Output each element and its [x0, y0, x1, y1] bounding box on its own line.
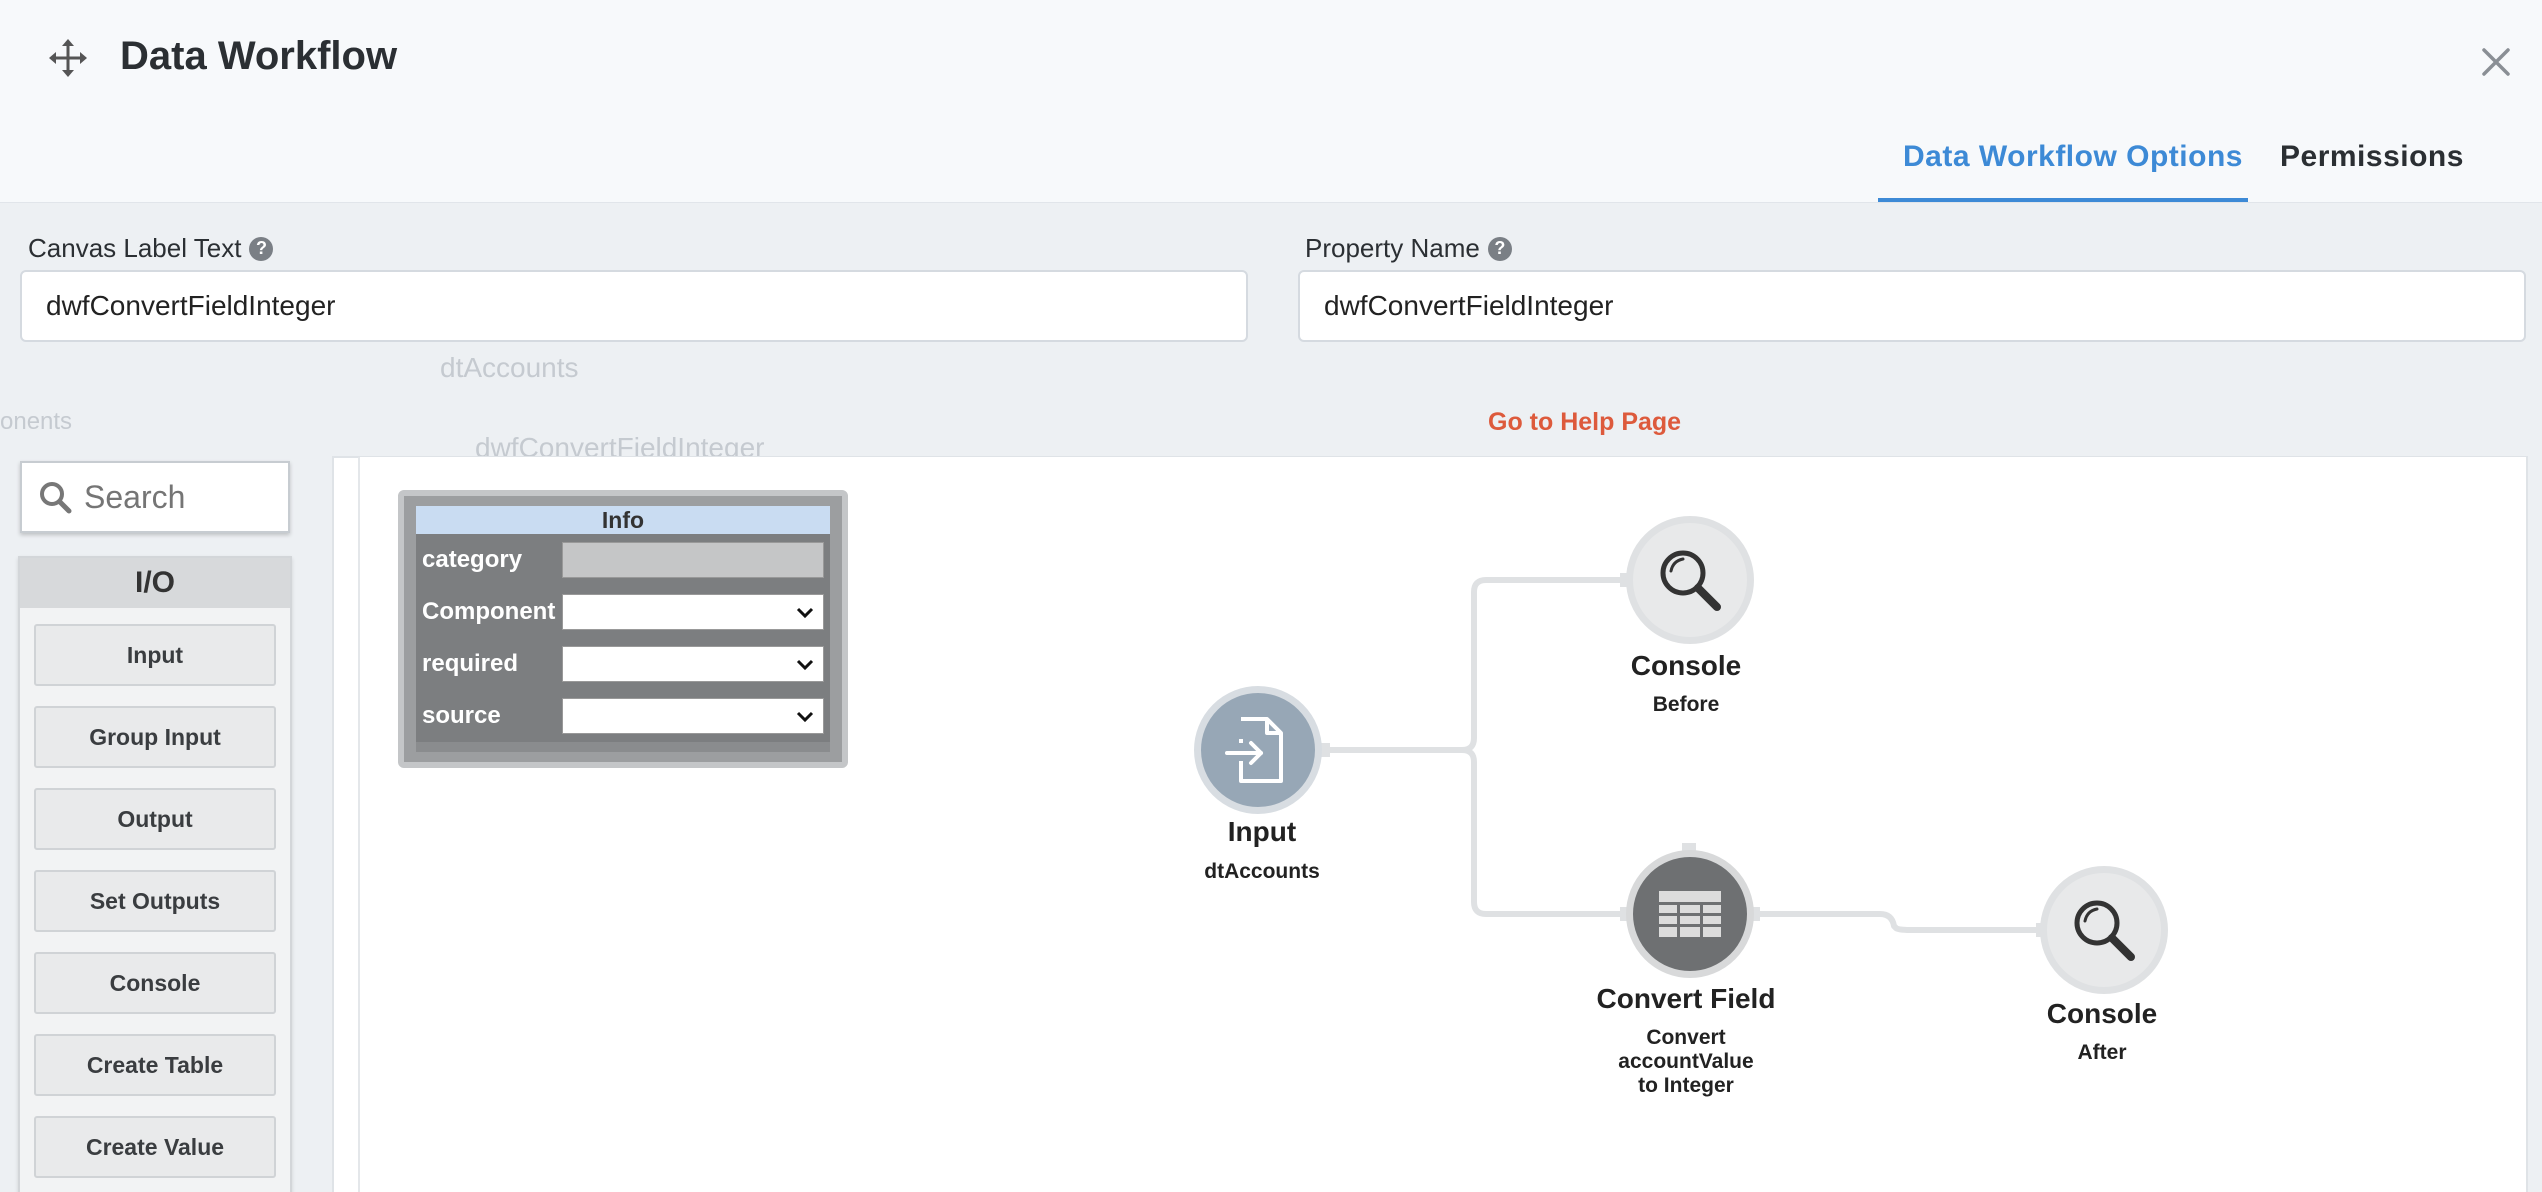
palette-item-group-input[interactable]: Group Input	[34, 706, 276, 768]
palette-item-set-outputs[interactable]: Set Outputs	[34, 870, 276, 932]
info-row-category: category	[416, 534, 830, 586]
modal-title: Data Workflow	[120, 34, 398, 78]
canvas-label-text-input[interactable]	[20, 270, 1248, 342]
required-select[interactable]	[562, 646, 824, 682]
chevron-down-icon	[796, 659, 814, 671]
info-row-component: Component	[416, 586, 830, 638]
search-icon	[40, 482, 72, 514]
node-console-before-subtitle: Before	[1652, 693, 1720, 716]
node-convert-field-subtitle-3: to Integer	[1638, 1074, 1734, 1097]
palette-item-input[interactable]: Input	[34, 624, 276, 686]
property-name-caption: Property Name	[1305, 233, 1480, 263]
palette-search[interactable]	[20, 461, 290, 533]
palette-section-header: I/O	[20, 558, 290, 608]
component-select[interactable]	[562, 594, 824, 630]
info-panel[interactable]: Info category Component required source	[398, 490, 848, 768]
file-import-icon	[1225, 717, 1283, 783]
node-console-after-subtitle: After	[2077, 1041, 2127, 1064]
node-palette: I/O Input Group Input Output Set Outputs…	[18, 556, 292, 1192]
info-row-source: source	[416, 690, 830, 742]
canvas-label-text-label: Canvas Label Text ?	[28, 233, 274, 264]
chevron-down-icon	[796, 607, 814, 619]
property-name-input[interactable]	[1298, 270, 2526, 342]
magnifier-icon	[1660, 550, 1721, 611]
node-console-after[interactable]	[2040, 866, 2168, 994]
node-convert-field-title: Convert Field	[1596, 983, 1776, 1014]
info-key: category	[422, 546, 523, 573]
question-circle-icon[interactable]: ?	[249, 236, 274, 261]
palette-item-create-table[interactable]: Create Table	[34, 1034, 276, 1096]
search-input[interactable]	[84, 478, 274, 516]
node-convert-field[interactable]	[1626, 850, 1754, 978]
node-input-title: Input	[1227, 816, 1297, 847]
node-console-after-title: Console	[2046, 998, 2158, 1029]
info-key: required	[422, 650, 519, 677]
help-page-link[interactable]: Go to Help Page	[1488, 408, 1681, 437]
table-icon	[1659, 891, 1721, 937]
property-name-label: Property Name ?	[1305, 233, 1512, 264]
chevron-down-icon	[796, 711, 814, 723]
tab-permissions[interactable]: Permissions	[2280, 140, 2464, 174]
node-convert-field-subtitle-1: Convert	[1646, 1026, 1726, 1049]
node-input[interactable]	[1194, 686, 1322, 814]
close-icon[interactable]	[2478, 44, 2514, 80]
node-console-before-title: Console	[1630, 650, 1742, 681]
node-console-before[interactable]	[1626, 516, 1754, 644]
info-row-required: required	[416, 638, 830, 690]
palette-item-console[interactable]: Console	[34, 952, 276, 1014]
palette-item-output[interactable]: Output	[34, 788, 276, 850]
palette-item-create-value[interactable]: Create Value	[34, 1116, 276, 1178]
node-input-subtitle: dtAccounts	[1204, 860, 1320, 883]
ghost-text-components: onents	[0, 408, 73, 435]
ghost-text-dtaccounts: dtAccounts	[440, 352, 579, 383]
modal-header: Data Workflow Data Workflow Options Perm…	[0, 0, 2542, 203]
node-convert-field-subtitle-2: accountValue	[1618, 1050, 1754, 1073]
active-tab-indicator	[1878, 198, 2248, 202]
move-arrows-icon[interactable]	[48, 38, 88, 78]
canvas-label-text-caption: Canvas Label Text	[28, 233, 242, 263]
magnifier-icon	[2074, 900, 2135, 961]
tab-data-workflow-options[interactable]: Data Workflow Options	[1903, 140, 2243, 174]
question-circle-icon[interactable]: ?	[1487, 236, 1512, 261]
category-field	[562, 542, 824, 578]
info-key: Component	[422, 598, 556, 625]
source-select[interactable]	[562, 698, 824, 734]
info-key: source	[422, 702, 501, 729]
info-panel-title: Info	[416, 506, 830, 534]
